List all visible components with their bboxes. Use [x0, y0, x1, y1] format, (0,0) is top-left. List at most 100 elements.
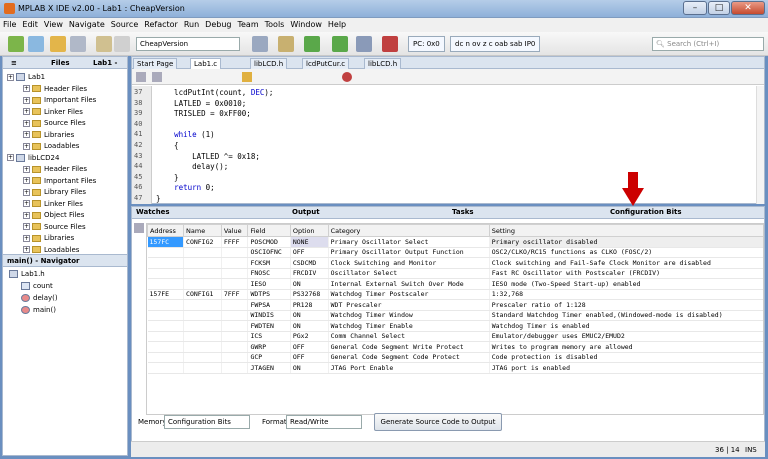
code-line[interactable]: return 0;: [156, 183, 215, 192]
expand-icon[interactable]: +: [23, 188, 30, 196]
tab-lab1[interactable]: Lab1 -: [93, 59, 117, 67]
table-row[interactable]: FNOSC FRCDIV Oscillator Select Fast RC Osci…: [147, 268, 763, 279]
code-line[interactable]: {: [156, 141, 179, 150]
bookmark-icon[interactable]: [242, 72, 252, 82]
nav-item-header[interactable]: Lab1.h: [9, 269, 45, 280]
tree-item[interactable]: + Libraries: [23, 130, 74, 141]
column-header[interactable]: Value: [220, 224, 249, 237]
memory-select[interactable]: Configuration Bits: [164, 415, 250, 429]
menu-team[interactable]: Team: [234, 18, 261, 31]
table-row[interactable]: OSCIOFNC OFF Primary Oscillator Output Fun…: [147, 247, 763, 258]
tab-watches[interactable]: Watches: [136, 208, 170, 216]
tree-item[interactable]: + Source Files: [23, 222, 86, 233]
tab-files[interactable]: Files: [51, 59, 70, 67]
table-row[interactable]: WINDIS ON Watchdog Timer Window Standard Wa…: [147, 310, 763, 321]
menu-navigate[interactable]: Navigate: [66, 18, 108, 31]
debug-project-icon[interactable]: [356, 36, 372, 52]
redo-icon[interactable]: [114, 36, 130, 52]
table-cell[interactable]: FRCDIV: [290, 268, 329, 279]
search-input[interactable]: 🔍︎ Search (Ctrl+I): [652, 37, 764, 51]
table-cell[interactable]: ON: [290, 278, 329, 290]
undo-icon[interactable]: [96, 36, 112, 52]
menu-run[interactable]: Run: [181, 18, 202, 31]
tree-item[interactable]: + Linker Files: [23, 107, 83, 118]
table-cell[interactable]: ON: [290, 320, 329, 332]
tree-item[interactable]: + Header Files: [23, 164, 87, 175]
menu-view[interactable]: View: [41, 18, 66, 31]
table-row[interactable]: ICS PGx2 Comm Channel Select Emulator/debug…: [147, 331, 763, 342]
hold-reset-icon[interactable]: [382, 36, 398, 52]
clean-build-icon[interactable]: [278, 36, 294, 52]
tree-item[interactable]: + Important Files: [23, 95, 96, 106]
build-icon[interactable]: [252, 36, 268, 52]
table-row[interactable]: FWDTEN ON Watchdog Timer Enable Watchdog Ti…: [147, 320, 763, 332]
expand-icon[interactable]: +: [23, 211, 30, 219]
history-icon[interactable]: [152, 72, 162, 82]
table-cell[interactable]: CSDCMD: [290, 257, 329, 269]
code-line[interactable]: delay();: [156, 162, 228, 171]
table-cell[interactable]: PR128: [290, 299, 329, 311]
editor-scrollbar[interactable]: [756, 86, 764, 204]
expand-icon[interactable]: +: [23, 234, 30, 242]
nav-item-variable[interactable]: count: [21, 281, 53, 292]
column-header[interactable]: Option: [289, 224, 329, 237]
macro-record-icon[interactable]: [342, 72, 352, 82]
open-project-icon[interactable]: [50, 36, 66, 52]
tree-item[interactable]: + Loadables: [23, 141, 79, 152]
close-button[interactable]: ✕: [731, 1, 765, 15]
table-cell[interactable]: PS32768: [290, 289, 329, 300]
table-row[interactable]: GWRP OFF General Code Segment Write Protec…: [147, 341, 763, 353]
tree-item[interactable]: + libLCD24: [7, 153, 59, 164]
make-program-icon[interactable]: [304, 36, 320, 52]
menu-edit[interactable]: Edit: [19, 18, 41, 31]
expand-icon[interactable]: +: [23, 131, 30, 138]
configuration-select[interactable]: CheapVersion: [136, 37, 240, 51]
table-row[interactable]: GCP OFF General Code Segment Code Protect C…: [147, 352, 763, 363]
tree-item[interactable]: + Lab1: [7, 72, 45, 83]
source-icon[interactable]: [136, 72, 146, 82]
code-line[interactable]: TRISLED = 0xFF00;: [156, 109, 251, 118]
nav-item-function[interactable]: delay(): [21, 293, 58, 304]
table-cell[interactable]: ON: [290, 362, 329, 374]
tree-item[interactable]: + Library Files: [23, 187, 86, 198]
tree-item[interactable]: + Linker Files: [23, 199, 83, 210]
menu-file[interactable]: File: [0, 18, 19, 31]
read-device-icon[interactable]: [332, 36, 348, 52]
expand-icon[interactable]: +: [23, 165, 30, 173]
tab-liblcd-h[interactable]: libLCD.h: [250, 58, 288, 69]
tree-item[interactable]: + Header Files: [23, 84, 87, 95]
code-line[interactable]: }: [156, 173, 179, 182]
tree-item[interactable]: + Source Files: [23, 118, 86, 129]
new-project-icon[interactable]: [8, 36, 24, 52]
table-row[interactable]: FWPSA PR128 WDT Prescaler Prescaler ratio o…: [147, 299, 763, 311]
column-header[interactable]: Field: [247, 224, 291, 237]
expand-icon[interactable]: +: [23, 223, 30, 230]
tree-item[interactable]: + Libraries: [23, 233, 74, 244]
menu-source[interactable]: Source: [108, 18, 141, 31]
table-row[interactable]: 157FE CONFIG1 7FFF WDTPS PS32768 Watchdog Tim…: [147, 289, 763, 300]
tab-tasks[interactable]: Tasks: [452, 208, 474, 216]
minimize-button[interactable]: –: [683, 1, 707, 15]
expand-icon[interactable]: +: [23, 96, 30, 104]
tree-item[interactable]: + Important Files: [23, 176, 96, 187]
column-header[interactable]: Setting: [488, 224, 763, 237]
table-cell[interactable]: OFF: [290, 247, 329, 258]
tab-configuration-bits[interactable]: Configuration Bits: [610, 208, 682, 216]
tab-start-page[interactable]: Start Page: [133, 58, 178, 69]
table-row[interactable]: IESO ON Internal External Switch Over Mode…: [147, 278, 763, 290]
tab-liblcd-h-2[interactable]: libLCD.h: [364, 58, 402, 69]
expand-icon[interactable]: +: [23, 177, 30, 184]
refresh-icon[interactable]: [134, 223, 144, 233]
expand-icon[interactable]: +: [23, 142, 30, 150]
menu-help[interactable]: Help: [325, 18, 349, 31]
menu-window[interactable]: Window: [287, 18, 325, 31]
tab-output[interactable]: Output: [292, 208, 320, 216]
table-row[interactable]: JTAGEN ON JTAG Port Enable JTAG port is ena…: [147, 362, 763, 374]
save-all-icon[interactable]: [70, 36, 86, 52]
code-line[interactable]: while (1): [156, 130, 215, 139]
code-line[interactable]: LATLED = 0x0010;: [156, 99, 246, 108]
table-cell[interactable]: PGx2: [290, 331, 329, 342]
expand-icon[interactable]: +: [7, 73, 14, 81]
tab-lcdputcur-c[interactable]: lcdPutCur.c: [302, 58, 350, 69]
expand-icon[interactable]: +: [7, 154, 14, 161]
